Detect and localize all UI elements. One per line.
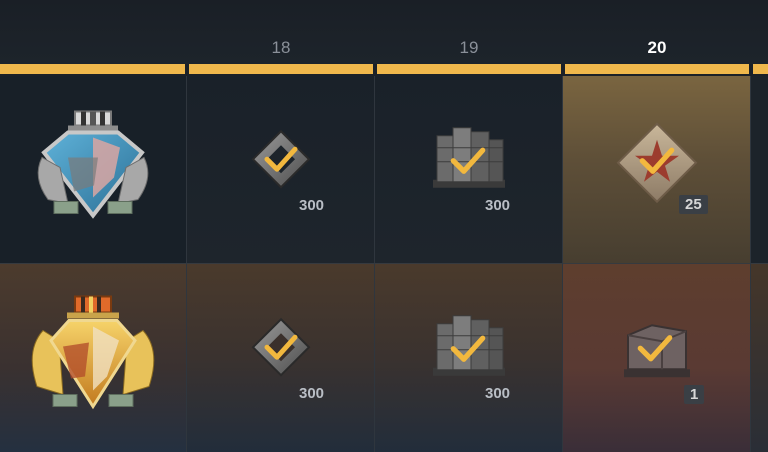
next-column-edge <box>751 263 768 452</box>
bond-icon <box>241 123 321 208</box>
reward-quantity: 25 <box>679 195 708 214</box>
day-20-label-current: 20 <box>647 38 667 57</box>
reward-quantity: 300 <box>485 197 511 214</box>
header-bar: · · · · · · · · · · 18 19 20 <box>0 0 768 64</box>
reward-quantity: 300 <box>299 385 325 402</box>
bond-icon <box>241 311 321 396</box>
reward-cell[interactable]: 300 <box>187 76 375 263</box>
next-column-edge <box>751 76 768 263</box>
blue-medal-icon <box>28 107 158 232</box>
crate-icon <box>612 311 702 396</box>
reward-cell[interactable]: 300 <box>187 263 375 452</box>
day-19-label: 19 <box>459 38 479 57</box>
reward-quantity: 300 <box>299 197 325 214</box>
row-medal-cell <box>0 76 187 263</box>
progress-segment <box>377 64 561 74</box>
reward-cell-current[interactable]: 25 <box>563 76 751 263</box>
row-medal-cell <box>0 263 187 452</box>
reward-quantity: 300 <box>485 385 511 402</box>
faded-header-text: · · · · · · · · · · <box>86 0 181 6</box>
reward-cell[interactable]: 300 <box>375 76 563 263</box>
progress-segment <box>753 64 768 74</box>
gold-medal-icon <box>23 291 163 426</box>
reward-quantity: 1 <box>684 385 705 404</box>
reward-cell[interactable]: 1 <box>563 263 751 452</box>
progress-segment <box>565 64 749 74</box>
progress-segment <box>0 64 185 74</box>
day-18-label: 18 <box>271 38 291 57</box>
reward-cell[interactable]: 300 <box>375 263 563 452</box>
progress-segment <box>189 64 373 74</box>
